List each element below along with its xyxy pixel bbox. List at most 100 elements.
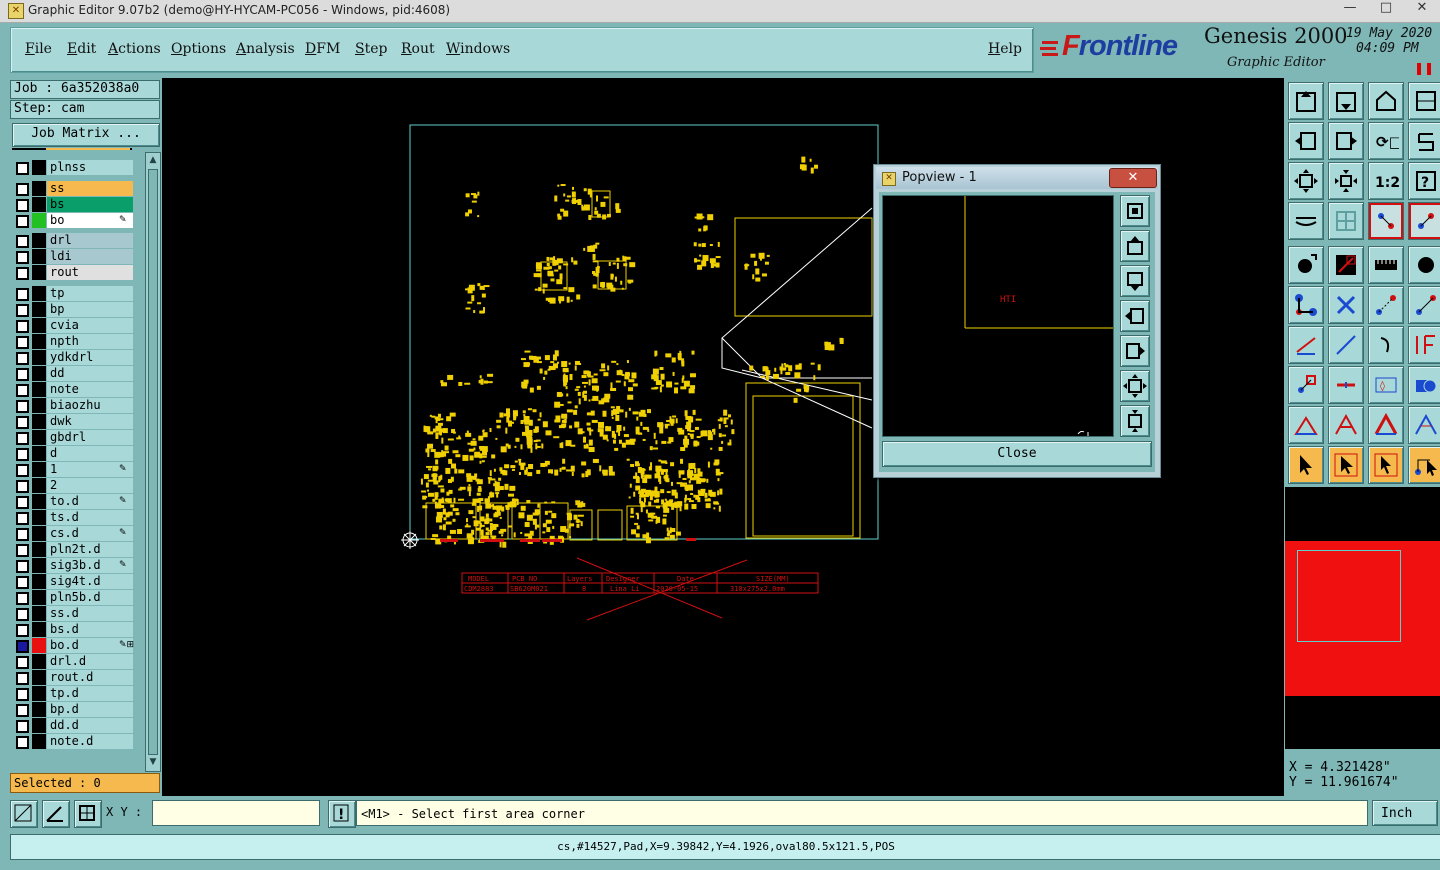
layer-color-swatch[interactable]: [32, 249, 46, 264]
layer-row[interactable]: pln5b.d: [12, 590, 146, 606]
layer-color-swatch[interactable]: [32, 670, 46, 685]
layer-color-swatch[interactable]: [32, 350, 46, 365]
layer-color-swatch[interactable]: [32, 478, 46, 493]
layer-name[interactable]: bs.d: [47, 622, 133, 637]
layer-checkbox[interactable]: [16, 608, 29, 621]
tool-connect-button[interactable]: [1288, 286, 1324, 324]
layer-checkbox[interactable]: [16, 528, 29, 541]
menu-windows[interactable]: Windows: [446, 41, 510, 57]
layer-name[interactable]: drl: [47, 233, 133, 248]
tool-pointer2-button[interactable]: [1328, 446, 1364, 484]
scroll-thumb[interactable]: [148, 169, 158, 755]
layer-row[interactable]: note: [12, 382, 146, 398]
layer-color-swatch[interactable]: [32, 622, 46, 637]
tool-help-button[interactable]: ?: [1408, 162, 1440, 200]
scroll-up-icon[interactable]: ▲: [146, 153, 160, 167]
layer-color-swatch[interactable]: [32, 654, 46, 669]
layer-checkbox[interactable]: [16, 624, 29, 637]
layer-checkbox[interactable]: [16, 352, 29, 365]
layer-checkbox[interactable]: [16, 416, 29, 429]
layer-name[interactable]: ldi: [47, 249, 133, 264]
job-matrix-button[interactable]: Job Matrix ...: [12, 123, 160, 147]
menu-rout[interactable]: Rout: [401, 41, 435, 57]
tool-slash-button[interactable]: [1328, 326, 1364, 364]
layer-color-swatch[interactable]: [32, 213, 46, 228]
layer-color-swatch[interactable]: [32, 286, 46, 301]
layer-row[interactable]: pln2t.d: [12, 542, 146, 558]
tool-measure-button[interactable]: [1288, 202, 1324, 240]
tool-layers-button[interactable]: [1368, 202, 1404, 240]
layer-row[interactable]: ldi: [12, 249, 146, 265]
tool-triangle2-button[interactable]: [1328, 406, 1364, 444]
popview-viewport[interactable]: HTI: [882, 195, 1114, 437]
layer-row[interactable]: cs.d ✎: [12, 526, 146, 542]
layer-list-scrollbar[interactable]: ▲ ▼: [145, 152, 161, 772]
popview-pan-down-button[interactable]: [1120, 265, 1150, 297]
layer-color-swatch[interactable]: [32, 542, 46, 557]
layer-name[interactable]: sig4t.d: [47, 574, 133, 589]
layer-row[interactable]: rout.d: [12, 670, 146, 686]
layer-checkbox[interactable]: [16, 304, 29, 317]
popview-close-button[interactable]: Close: [882, 441, 1152, 467]
tool-import-button[interactable]: [1288, 122, 1324, 160]
layer-color-swatch[interactable]: [32, 446, 46, 461]
tool-ruler-button[interactable]: [1368, 246, 1404, 284]
layer-color-swatch[interactable]: [32, 734, 46, 749]
menu-file[interactable]: File: [25, 41, 52, 57]
minimap-viewport-frame[interactable]: [1297, 550, 1401, 642]
layer-name[interactable]: npth: [47, 334, 133, 349]
layer-name[interactable]: bs: [47, 197, 133, 212]
popview-pan-up-button[interactable]: [1120, 230, 1150, 262]
layer-row[interactable]: dd: [12, 366, 146, 382]
layer-checkbox[interactable]: [16, 704, 29, 717]
layer-name[interactable]: ss.d: [47, 606, 133, 621]
layer-row[interactable]: 1 ✎: [12, 462, 146, 478]
layer-name[interactable]: biaozhu: [47, 398, 133, 413]
popview-window[interactable]: ✕ Popview - 1 ✕ HTI Close: [873, 164, 1161, 478]
layer-color-swatch[interactable]: [32, 233, 46, 248]
layer-checkbox[interactable]: [16, 288, 29, 301]
units-selector[interactable]: Inch: [1372, 800, 1438, 826]
minimize-button[interactable]: —: [1332, 0, 1368, 18]
layer-color-swatch[interactable]: [32, 638, 46, 653]
layer-checkbox[interactable]: [16, 235, 29, 248]
layer-color-swatch[interactable]: [32, 606, 46, 621]
popview-zoom-out-button[interactable]: [1120, 370, 1150, 402]
layer-name[interactable]: note.d: [47, 734, 133, 749]
layer-name[interactable]: pln2t.d: [47, 542, 133, 557]
angle-mode-button[interactable]: [42, 800, 70, 828]
layer-row[interactable]: dd.d: [12, 718, 146, 734]
layer-name[interactable]: ss: [47, 181, 133, 196]
layer-color-swatch[interactable]: [32, 318, 46, 333]
layer-row[interactable]: bo.d ✎⊞: [12, 638, 146, 654]
tool-layers2-button[interactable]: [1408, 202, 1440, 240]
layer-color-swatch[interactable]: [32, 302, 46, 317]
layer-color-swatch[interactable]: [32, 265, 46, 280]
layer-checkbox[interactable]: [16, 576, 29, 589]
layer-row[interactable]: gbdrl: [12, 430, 146, 446]
tool-move-node-button[interactable]: [1408, 286, 1440, 324]
tool-triangle-button[interactable]: [1288, 406, 1324, 444]
maximize-button[interactable]: □: [1368, 0, 1404, 18]
layer-name[interactable]: rout: [47, 265, 133, 280]
layer-row[interactable]: bp: [12, 302, 146, 318]
layer-name[interactable]: plnss: [47, 160, 133, 175]
layer-row[interactable]: plnss: [12, 160, 146, 176]
layer-name[interactable]: dd.d: [47, 718, 133, 733]
tool-arc-button[interactable]: [1368, 326, 1404, 364]
layer-color-swatch[interactable]: [32, 366, 46, 381]
layer-color-swatch[interactable]: [32, 702, 46, 717]
tool-copy-button[interactable]: [1288, 366, 1324, 404]
tool-grid-button[interactable]: [1328, 202, 1364, 240]
layer-name[interactable]: ts.d: [47, 510, 133, 525]
layer-checkbox[interactable]: [16, 183, 29, 196]
scroll-down-icon[interactable]: ▼: [146, 755, 160, 769]
layer-row[interactable]: cvia: [12, 318, 146, 334]
popview-zoom-in-button[interactable]: [1120, 405, 1150, 437]
layer-name[interactable]: dwk: [47, 414, 133, 429]
layer-color-swatch[interactable]: [32, 494, 46, 509]
popview-titlebar[interactable]: ✕ Popview - 1 ✕: [876, 167, 1158, 189]
tool-open-button[interactable]: [1288, 82, 1324, 120]
close-window-button[interactable]: ✕: [1404, 0, 1440, 18]
layer-checkbox[interactable]: [16, 162, 29, 175]
